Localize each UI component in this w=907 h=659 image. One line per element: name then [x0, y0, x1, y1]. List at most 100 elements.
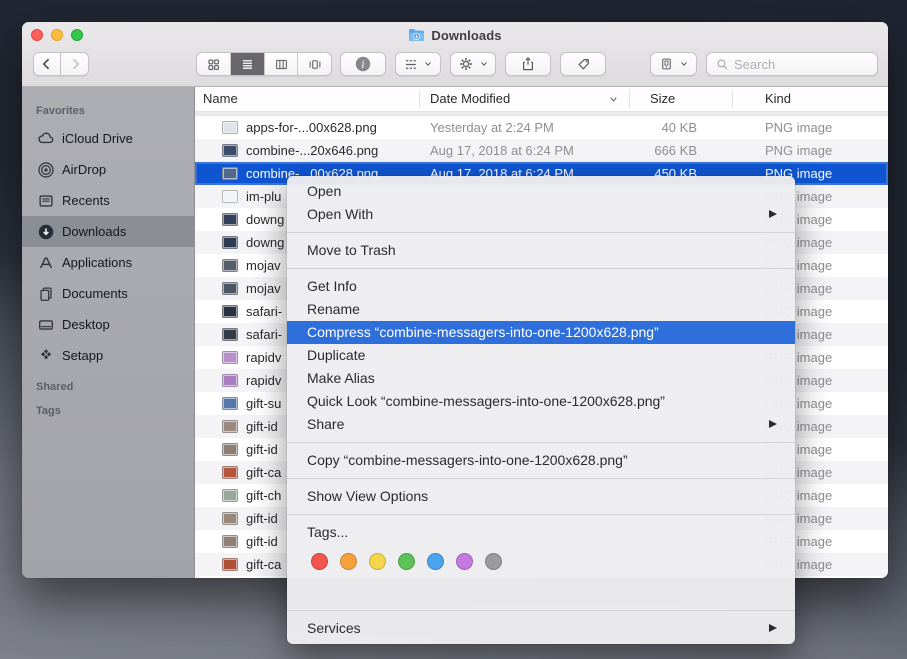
menu-item-open-with[interactable]: Open With [287, 203, 795, 226]
info-icon: i [354, 55, 372, 73]
file-name: mojav [246, 281, 281, 296]
list-view-button[interactable] [230, 53, 264, 75]
file-size: 40 KB [600, 120, 697, 135]
menu-item-copy[interactable]: Copy “combine-messagers-into-one-1200x62… [287, 449, 795, 472]
column-divider[interactable] [732, 90, 733, 108]
file-thumbnail-icon [222, 466, 238, 479]
device-icon [659, 56, 674, 72]
column-divider[interactable] [629, 90, 630, 108]
menu-item-duplicate[interactable]: Duplicate [287, 344, 795, 367]
window-chrome: Downloads [22, 22, 888, 87]
icon-view-button[interactable] [197, 53, 230, 75]
device-menu-button[interactable] [650, 52, 697, 76]
menu-item-show-view-options[interactable]: Show View Options [287, 485, 795, 508]
column-header-name[interactable]: Name [203, 91, 238, 106]
file-row[interactable]: apps-for-...00x628.pngYesterday at 2:24 … [195, 116, 888, 139]
column-header-kind[interactable]: Kind [765, 91, 791, 106]
title-bar: Downloads [22, 22, 888, 48]
menu-separator [287, 268, 795, 269]
file-name: gift-ca [246, 557, 281, 572]
airdrop-icon [36, 160, 55, 179]
tag-green-button[interactable] [398, 553, 415, 570]
action-menu-button[interactable] [450, 52, 496, 76]
file-thumbnail-icon [222, 351, 238, 364]
menu-item-make-alias[interactable]: Make Alias [287, 367, 795, 390]
tag-button[interactable] [560, 52, 606, 76]
tag-red-button[interactable] [311, 553, 328, 570]
file-thumbnail-icon [222, 144, 238, 157]
chevron-right-icon [67, 56, 83, 72]
file-thumbnail-icon [222, 535, 238, 548]
menu-item-open[interactable]: Open [287, 180, 795, 203]
sidebar-item-recents[interactable]: Recents [28, 185, 188, 216]
tag-purple-button[interactable] [456, 553, 473, 570]
tag-yellow-button[interactable] [369, 553, 386, 570]
share-button[interactable] [505, 52, 551, 76]
file-thumbnail-icon [222, 282, 238, 295]
file-thumbnail-icon [222, 397, 238, 410]
gallery-view-button[interactable] [297, 53, 331, 75]
file-thumbnail-icon [222, 121, 238, 134]
sidebar-item-applications[interactable]: Applications [28, 247, 188, 278]
chevron-down-icon [423, 59, 433, 69]
file-name: gift-id [246, 534, 278, 549]
menu-item-quick-look[interactable]: Quick Look “combine-messagers-into-one-1… [287, 390, 795, 413]
back-button[interactable] [33, 52, 61, 76]
menu-item-rename[interactable]: Rename [287, 298, 795, 321]
menu-item-get-info[interactable]: Get Info [287, 275, 795, 298]
file-name: gift-id [246, 511, 278, 526]
sort-descending-icon[interactable] [608, 94, 619, 105]
toolbar: i [22, 52, 888, 78]
tag-gray-button[interactable] [485, 553, 502, 570]
file-name: rapidv [246, 350, 281, 365]
sidebar-item-icloud-drive[interactable]: iCloud Drive [28, 123, 188, 154]
cloud-icon [36, 129, 55, 148]
menu-item-tags[interactable]: Tags... [287, 521, 795, 544]
column-header-size[interactable]: Size [650, 91, 675, 106]
file-thumbnail-icon [222, 190, 238, 203]
submenu-arrow-icon [769, 624, 777, 632]
file-date-modified: Aug 17, 2018 at 6:24 PM [430, 143, 574, 158]
sidebar-item-downloads[interactable]: Downloads [22, 216, 194, 247]
column-header-date-modified[interactable]: Date Modified [430, 91, 510, 106]
file-thumbnail-icon [222, 305, 238, 318]
sidebar-item-setapp[interactable]: Setapp [28, 340, 188, 371]
menu-separator [287, 478, 795, 479]
file-name: safari- [246, 304, 282, 319]
sidebar-item-label: Recents [62, 193, 110, 208]
search-field[interactable]: Search [706, 52, 878, 76]
search-placeholder: Search [734, 57, 775, 72]
sidebar-item-label: Documents [62, 286, 128, 301]
file-name: safari- [246, 327, 282, 342]
gear-icon [458, 56, 474, 72]
file-kind: PNG image [765, 120, 832, 135]
recents-icon [36, 191, 55, 210]
sidebar-item-label: Desktop [62, 317, 110, 332]
file-row[interactable]: combine-...20x646.pngAug 17, 2018 at 6:2… [195, 139, 888, 162]
file-name: gift-id [246, 419, 278, 434]
window-title: Downloads [431, 28, 501, 43]
menu-item-move-to-trash[interactable]: Move to Trash [287, 239, 795, 262]
sidebar-item-label: Downloads [62, 224, 126, 239]
menu-item-services[interactable]: Services [287, 617, 795, 640]
downloads-icon [36, 222, 55, 241]
sidebar-item-documents[interactable]: Documents [28, 278, 188, 309]
sidebar-item-airdrop[interactable]: AirDrop [28, 154, 188, 185]
file-thumbnail-icon [222, 489, 238, 502]
forward-button[interactable] [61, 52, 89, 76]
tag-orange-button[interactable] [340, 553, 357, 570]
menu-item-share[interactable]: Share [287, 413, 795, 436]
menu-item-compress[interactable]: Compress “combine-messagers-into-one-120… [287, 321, 795, 344]
file-date-modified: Yesterday at 2:24 PM [430, 120, 554, 135]
group-by-button[interactable] [395, 52, 441, 76]
column-view-button[interactable] [264, 53, 298, 75]
tag-blue-button[interactable] [427, 553, 444, 570]
file-name: mojav [246, 258, 281, 273]
column-divider[interactable] [419, 90, 420, 108]
sidebar-item-desktop[interactable]: Desktop [28, 309, 188, 340]
file-thumbnail-icon [222, 167, 238, 180]
get-info-button[interactable]: i [340, 52, 386, 76]
gallery-view-icon [307, 57, 323, 72]
documents-icon [36, 284, 55, 303]
file-name: downg [246, 235, 284, 250]
